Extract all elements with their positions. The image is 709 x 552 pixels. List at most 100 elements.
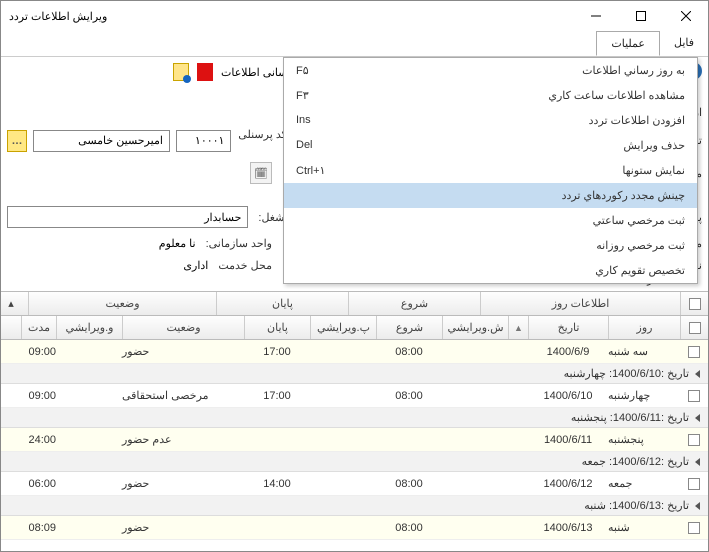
table-body: سه شنبه1400/6/908:0017:00حضور09:00 تاریخ …: [1, 340, 708, 540]
personnel-name-input[interactable]: امیرحسین خامسی: [33, 130, 170, 152]
group-label: تاریخ :1400/6/10: چهارشنبه: [564, 367, 689, 380]
lookup-button[interactable]: …: [7, 130, 27, 152]
cell-end: 17:00: [244, 384, 310, 407]
menu-item[interactable]: افزودن اطلاعات ترددIns: [284, 108, 697, 133]
cell-sort: [508, 428, 528, 451]
window-title: ویرایش اطلاعات تردد: [1, 10, 115, 23]
cell-dur: 06:00: [1, 472, 56, 495]
col-day[interactable]: روز: [608, 316, 680, 339]
col-dur[interactable]: مدت: [21, 316, 56, 339]
row-checkbox[interactable]: [688, 478, 700, 490]
menu-item[interactable]: حذف ویرایشDel: [284, 133, 697, 158]
cell-status: حضور: [122, 340, 244, 363]
cell-end: [244, 428, 310, 451]
cell-pv: [310, 472, 376, 495]
table-row[interactable]: چهارشنبه1400/6/1008:0017:00مرخصی استحقاق…: [1, 384, 708, 408]
table-row[interactable]: شنبه1400/6/1308:00حضور08:09: [1, 516, 708, 540]
group-row[interactable]: تاریخ :1400/6/12: جمعه: [1, 452, 708, 472]
table-header-cols: روز تاریخ ▲ ش.ویرایشي شروع پ.ویرایشي پای…: [1, 316, 708, 340]
collapse-icon[interactable]: [695, 458, 700, 466]
hgrp-start[interactable]: شروع: [348, 292, 480, 315]
menu-item-shortcut: F۳: [296, 89, 309, 102]
table-row[interactable]: سه شنبه1400/6/908:0017:00حضور09:00: [1, 340, 708, 364]
row-chk-cell: [680, 472, 708, 495]
hgrp-status[interactable]: وضعیت: [28, 292, 216, 315]
cell-vv: [56, 516, 122, 539]
menu-item[interactable]: تخصیص تقویم کاري: [284, 258, 697, 283]
close-button[interactable]: [663, 1, 708, 31]
col-sv[interactable]: ش.ویرایشي: [442, 316, 508, 339]
cell-vv: [56, 340, 122, 363]
cell-start: [376, 428, 442, 451]
serv-label: محل خدمت: [218, 259, 272, 272]
docs-icon[interactable]: [173, 63, 189, 81]
row-checkbox[interactable]: [688, 346, 700, 358]
menu-item[interactable]: مشاهده اطلاعات ساعت کاري F۳: [284, 83, 697, 108]
row-checkbox[interactable]: [688, 434, 700, 446]
menubar: فایل عملیات: [1, 31, 708, 57]
menu-item-label: مشاهده اطلاعات ساعت کاري: [548, 89, 685, 102]
select-all-chk[interactable]: [689, 298, 701, 310]
collapse-icon[interactable]: [695, 502, 700, 510]
group-row[interactable]: تاریخ :1400/6/11: پنجشنبه: [1, 408, 708, 428]
col-pv[interactable]: پ.ویرایشي: [310, 316, 376, 339]
cell-sort: [508, 384, 528, 407]
personnel-code-input[interactable]: ۱۰۰۰۱: [176, 130, 232, 152]
cell-day: جمعه: [608, 472, 680, 495]
collapse-icon[interactable]: [695, 370, 700, 378]
menu-operations[interactable]: عملیات: [596, 31, 660, 56]
row-chk-cell: [680, 428, 708, 451]
window-titlebar: ویرایش اطلاعات تردد: [1, 1, 708, 31]
group-label: تاریخ :1400/6/13: شنبه: [584, 499, 689, 512]
col-status[interactable]: وضعیت: [122, 316, 244, 339]
menu-item-label: چینش مجدد رکوردهاي تردد: [562, 189, 685, 202]
col-end[interactable]: پایان: [244, 316, 310, 339]
cell-end: [244, 516, 310, 539]
export-icon[interactable]: [197, 63, 213, 81]
menu-item[interactable]: نمایش ستونهاCtrl+۱: [284, 158, 697, 183]
cell-dur: 08:09: [1, 516, 56, 539]
table-row[interactable]: جمعه1400/6/1208:0014:00حضور06:00: [1, 472, 708, 496]
cell-date: 1400/6/10: [528, 384, 608, 407]
cell-status: حضور: [122, 472, 244, 495]
menu-item-shortcut: Del: [296, 139, 313, 152]
group-row[interactable]: تاریخ :1400/6/10: چهارشنبه: [1, 364, 708, 384]
menu-item[interactable]: ثبت مرخصي روزانه: [284, 233, 697, 258]
menu-item[interactable]: چینش مجدد رکوردهاي تردد: [284, 183, 697, 208]
cell-start: 08:00: [376, 472, 442, 495]
hgrp-end[interactable]: پایان: [216, 292, 348, 315]
cell-end: 17:00: [244, 340, 310, 363]
menu-item[interactable]: به روز رساني اطلاعاتF۵: [284, 58, 697, 83]
col-vv[interactable]: و.ویرایشي: [56, 316, 122, 339]
cell-day: سه شنبه: [608, 340, 680, 363]
col-sort[interactable]: ▲: [508, 316, 528, 339]
col-date[interactable]: تاریخ: [528, 316, 608, 339]
cell-sv: [442, 384, 508, 407]
cell-dur: 09:00: [1, 384, 56, 407]
cell-day: شنبه: [608, 516, 680, 539]
hgrp-dateinfo[interactable]: اطلاعات روز: [480, 292, 680, 315]
job-value: حسابدار: [7, 206, 248, 228]
table-row[interactable]: پنجشنبه1400/6/11عدم حضور24:00: [1, 428, 708, 452]
serv-value: اداری: [183, 259, 208, 272]
group-label: تاریخ :1400/6/12: جمعه: [582, 455, 689, 468]
cell-end: 14:00: [244, 472, 310, 495]
cell-vv: [56, 428, 122, 451]
minimize-button[interactable]: [573, 1, 618, 31]
select-all-chk2[interactable]: [689, 322, 701, 334]
cell-day: پنجشنبه: [608, 428, 680, 451]
collapse-icon[interactable]: [695, 414, 700, 422]
menu-item-label: افزودن اطلاعات تردد: [589, 114, 685, 127]
row-checkbox[interactable]: [688, 390, 700, 402]
cell-date: 1400/6/11: [528, 428, 608, 451]
calendar-button-2[interactable]: 🗓: [250, 162, 272, 184]
menu-file[interactable]: فایل: [660, 31, 708, 56]
row-checkbox[interactable]: [688, 522, 700, 534]
col-start[interactable]: شروع: [376, 316, 442, 339]
scroll-up[interactable]: ▴: [1, 292, 21, 315]
maximize-button[interactable]: [618, 1, 663, 31]
cell-pv: [310, 516, 376, 539]
menu-item-label: تخصیص تقویم کاري: [595, 264, 685, 277]
menu-item[interactable]: ثبت مرخصي ساعتي: [284, 208, 697, 233]
group-row[interactable]: تاریخ :1400/6/13: شنبه: [1, 496, 708, 516]
